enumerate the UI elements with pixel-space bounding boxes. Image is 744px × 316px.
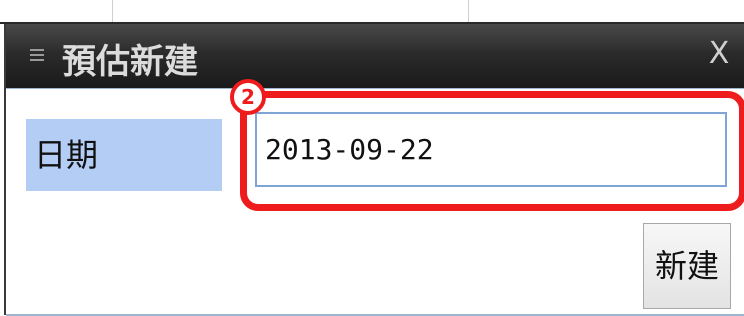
dialog-title: 預估新建	[62, 42, 198, 82]
dialog-body: 日期 2 新建	[6, 79, 744, 316]
date-label: 日期	[26, 119, 222, 191]
column-divider	[468, 0, 469, 22]
date-input[interactable]	[255, 112, 727, 187]
menu-icon[interactable]	[30, 49, 44, 61]
background-window-strip	[0, 0, 744, 24]
create-button[interactable]: 新建	[643, 223, 731, 309]
close-button[interactable]: X	[704, 36, 734, 72]
dialog-titlebar: 預估新建 X	[6, 24, 744, 88]
column-divider	[112, 0, 113, 22]
estimate-new-dialog: 預估新建 X 日期 2 新建	[4, 24, 744, 316]
annotation-step-marker: 2	[230, 79, 266, 115]
